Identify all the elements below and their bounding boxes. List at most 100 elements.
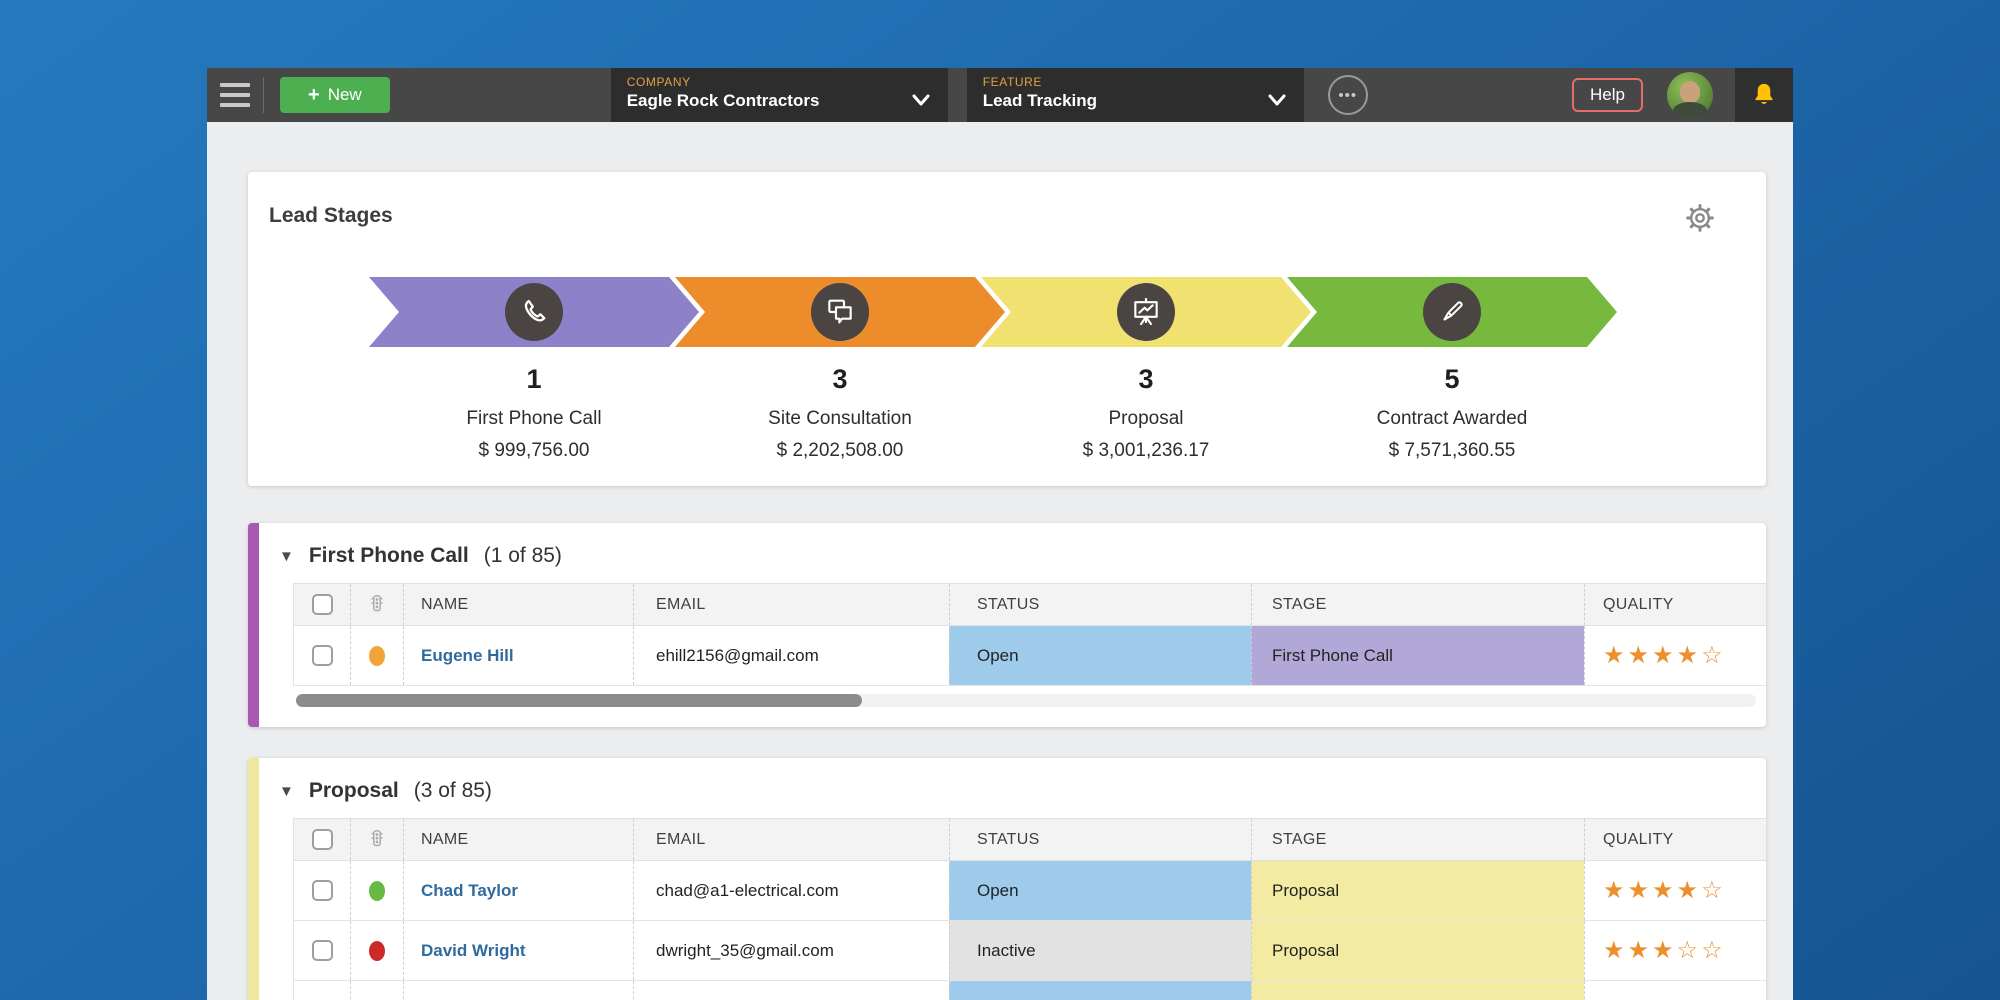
row-status-cell: Open (949, 626, 1251, 685)
row-quality-cell: ★★★★☆ (1584, 626, 1766, 685)
column-header-name[interactable]: NAME (403, 819, 633, 860)
row-name-cell: Chad Taylor (403, 861, 633, 920)
stage-amount: $ 3,001,236.17 (993, 440, 1299, 462)
stage-count: 3 (993, 364, 1299, 395)
row-status-cell: Inactive (949, 921, 1251, 980)
lead-name-link[interactable]: David Wright (421, 941, 526, 961)
lead-name-link[interactable]: Chad Taylor (421, 881, 518, 901)
row-email-cell: ehill2156@gmail.com (633, 626, 949, 685)
row-select-cell (294, 921, 350, 980)
column-header-email[interactable]: EMAIL (633, 584, 949, 625)
section-count: (3 of 85) (414, 779, 492, 803)
bell-icon (1750, 81, 1778, 109)
column-header-quality[interactable]: QUALITY (1584, 584, 1766, 625)
avatar[interactable] (1667, 72, 1713, 118)
main-content: Lead Stages (207, 122, 1793, 1000)
stage-name: First Phone Call (381, 408, 687, 430)
row-checkbox[interactable] (312, 880, 333, 901)
status-dot (369, 941, 385, 961)
column-header-status[interactable]: STATUS (949, 819, 1251, 860)
stage-stats: 1 First Phone Call $ 999,756.00 3 Site C… (381, 364, 1605, 462)
chevron-down-icon (1266, 92, 1288, 108)
column-header-quality[interactable]: QUALITY (1584, 819, 1766, 860)
row-name-cell: David Wright (403, 921, 633, 980)
gear-icon[interactable] (1684, 202, 1716, 234)
help-button[interactable]: Help (1572, 78, 1643, 112)
section-proposal: ▼ Proposal (3 of 85) (248, 758, 1766, 1000)
stage-name: Site Consultation (687, 408, 993, 430)
notifications-button[interactable] (1735, 68, 1793, 122)
feature-value: Lead Tracking (983, 91, 1290, 111)
row-quality-cell: ★★★★☆ (1584, 861, 1766, 920)
row-dot-cell (350, 861, 403, 920)
row-stage-cell: Proposal (1251, 861, 1584, 920)
table-header-row: NAME EMAIL STATUS STAGE QUALITY (293, 818, 1766, 861)
row-status-cell: Open (949, 861, 1251, 920)
section-count: (1 of 85) (484, 544, 562, 568)
row-select-cell (294, 981, 350, 1000)
column-header-status[interactable]: STATUS (949, 584, 1251, 625)
status-dot (369, 646, 385, 666)
stage-count: 5 (1299, 364, 1605, 395)
traffic-light-header-cell[interactable] (350, 819, 403, 860)
row-email-cell: dwright_35@gmail.com (633, 921, 949, 980)
select-all-checkbox[interactable] (312, 829, 333, 850)
stage-name: Contract Awarded (1299, 408, 1605, 430)
stage-amount: $ 7,571,360.55 (1299, 440, 1605, 462)
table-header-row: NAME EMAIL STATUS STAGE QUALITY (293, 583, 1766, 626)
more-options-icon[interactable]: ••• (1328, 75, 1368, 115)
plus-icon: + (308, 85, 320, 105)
horizontal-scrollbar[interactable] (296, 694, 1756, 707)
lead-stages-card: Lead Stages (248, 172, 1766, 486)
stage-count: 3 (687, 364, 993, 395)
column-header-stage[interactable]: STAGE (1251, 819, 1584, 860)
row-email-cell: chad@a1-electrical.com (633, 861, 949, 920)
section-header[interactable]: ▼ First Phone Call (1 of 85) (279, 541, 1766, 571)
feature-selector[interactable]: FEATURE Lead Tracking (967, 68, 1304, 122)
stage-arrow-first-phone-call[interactable] (369, 277, 699, 347)
pen-icon (1423, 283, 1481, 341)
chat-bubbles-icon (811, 283, 869, 341)
section-stripe (248, 758, 259, 1000)
stage-arrow-contract-awarded[interactable] (1287, 277, 1617, 347)
phone-icon (505, 283, 563, 341)
stage-amount: $ 2,202,508.00 (687, 440, 993, 462)
row-email-cell (633, 981, 949, 1000)
app-window: + New COMPANY Eagle Rock Contractors FEA… (207, 68, 1793, 1000)
traffic-light-header-cell[interactable] (350, 584, 403, 625)
star-rating[interactable]: ★★★☆☆ (1603, 936, 1726, 965)
company-label: COMPANY (627, 75, 934, 89)
stage-arrow-proposal[interactable] (981, 277, 1311, 347)
stage-amount: $ 999,756.00 (381, 440, 687, 462)
table-row: David Wright dwright_35@gmail.com Inacti… (293, 921, 1766, 981)
section-header[interactable]: ▼ Proposal (3 of 85) (279, 776, 1766, 806)
star-rating[interactable]: ★★★★☆ (1603, 641, 1726, 670)
row-checkbox[interactable] (312, 940, 333, 961)
company-selector[interactable]: COMPANY Eagle Rock Contractors (611, 68, 948, 122)
section-title: Proposal (309, 779, 399, 803)
stage-name: Proposal (993, 408, 1299, 430)
row-dot-cell (350, 981, 403, 1000)
stage-stat-contract-awarded: 5 Contract Awarded $ 7,571,360.55 (1299, 364, 1605, 462)
column-header-stage[interactable]: STAGE (1251, 584, 1584, 625)
stage-arrow-site-consultation[interactable] (675, 277, 1005, 347)
star-rating[interactable]: ★★★★☆ (1603, 876, 1726, 905)
hamburger-menu-icon[interactable] (207, 68, 263, 122)
select-all-checkbox[interactable] (312, 594, 333, 615)
select-all-cell (294, 819, 350, 860)
traffic-light-icon (366, 827, 388, 853)
collapse-triangle-icon[interactable]: ▼ (279, 783, 294, 800)
presentation-chart-icon (1117, 283, 1175, 341)
row-quality-cell (1584, 981, 1766, 1000)
leads-table: NAME EMAIL STATUS STAGE QUALITY Chad Tay… (293, 818, 1766, 1000)
row-checkbox[interactable] (312, 645, 333, 666)
column-header-email[interactable]: EMAIL (633, 819, 949, 860)
lead-name-link[interactable]: Eugene Hill (421, 646, 514, 666)
nav-right-group: Help (1572, 68, 1793, 122)
collapse-triangle-icon[interactable]: ▼ (279, 548, 294, 565)
column-header-name[interactable]: NAME (403, 584, 633, 625)
stage-funnel (369, 277, 1593, 347)
new-button[interactable]: + New (280, 77, 390, 113)
section-first-phone-call: ▼ First Phone Call (1 of 85) (248, 523, 1766, 727)
scrollbar-thumb[interactable] (296, 694, 862, 707)
